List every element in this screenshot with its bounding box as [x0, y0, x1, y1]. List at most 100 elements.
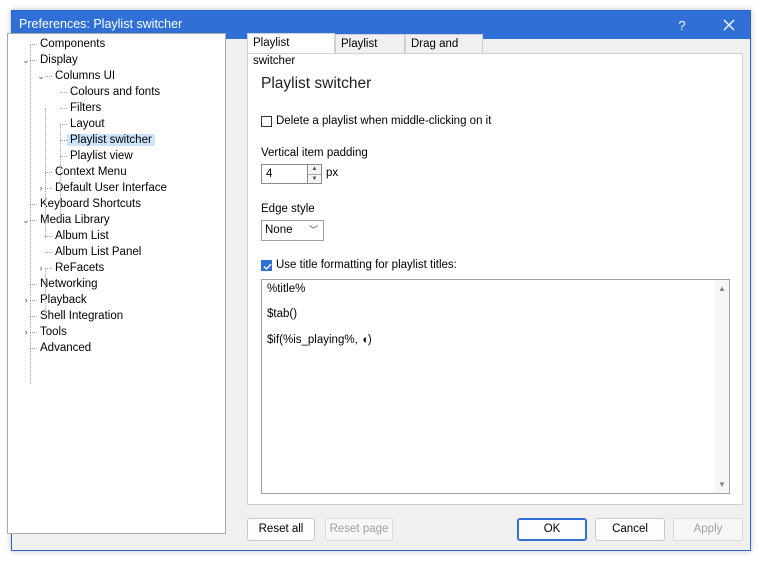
- tree-item[interactable]: Advanced: [37, 340, 94, 356]
- tree-item[interactable]: Columns UI: [52, 68, 118, 84]
- tree-item[interactable]: Default User Interface: [52, 180, 170, 196]
- tree-item-label: Networking: [40, 278, 98, 290]
- cancel-button[interactable]: Cancel: [595, 518, 665, 541]
- tree-connector: [60, 108, 67, 109]
- tree-connector: [45, 76, 52, 77]
- tree-item[interactable]: Album List: [52, 228, 112, 244]
- tree-item[interactable]: Display: [37, 52, 81, 68]
- tree-connector: [30, 284, 37, 285]
- help-button[interactable]: ?: [662, 11, 702, 39]
- preferences-tree[interactable]: Components Display ⌄ Columns UI ⌄ Colours and…: [7, 33, 226, 534]
- reset-all-button[interactable]: Reset all: [247, 518, 315, 541]
- delete-middle-click-checkbox[interactable]: [261, 116, 272, 127]
- tree-item[interactable]: Context Menu: [52, 164, 130, 180]
- script-line: $tab(): [267, 308, 298, 320]
- tree-connector: [60, 92, 67, 93]
- tree-connector: [60, 140, 67, 141]
- chevron-down-icon: ﹀: [308, 225, 318, 235]
- tree-connector: [30, 348, 37, 349]
- scroll-down-icon[interactable]: ▼: [718, 480, 726, 489]
- vertical-scrollbar[interactable]: ▲ ▼: [715, 280, 729, 493]
- tree-item[interactable]: Layout: [67, 116, 108, 132]
- tree-connector: [30, 316, 37, 317]
- tab-playlist-switcher[interactable]: Playlist switcher: [247, 33, 335, 67]
- tree-connector: [30, 220, 37, 221]
- chevron-right-icon[interactable]: ›: [37, 184, 45, 193]
- tree-item-label: Default User Interface: [55, 182, 167, 194]
- tree-item-label: Tools: [40, 326, 67, 338]
- tree-guide-line: [60, 124, 61, 220]
- script-line: %title%: [267, 283, 306, 295]
- tree-item[interactable]: Media Library: [37, 212, 113, 228]
- close-button[interactable]: [709, 11, 749, 39]
- tree-item[interactable]: Colours and fonts: [67, 84, 163, 100]
- tree-item-label: Keyboard Shortcuts: [40, 198, 142, 210]
- stepper-down-icon[interactable]: ▼: [308, 175, 321, 184]
- tree-item[interactable]: Keyboard Shortcuts: [37, 196, 144, 212]
- tree-item-label: Media Library: [40, 214, 110, 226]
- tree-item-label: Playlist switcher: [67, 134, 155, 146]
- tree-item-label: ReFacets: [55, 262, 105, 274]
- tree-connector: [45, 172, 52, 173]
- chevron-down-icon[interactable]: ⌄: [37, 72, 45, 81]
- tree-guide-line: [30, 44, 31, 384]
- tree-item-label: Advanced: [40, 342, 92, 354]
- tree-item-label: Album List: [55, 230, 109, 242]
- chevron-down-icon[interactable]: ⌄: [22, 216, 30, 225]
- edge-style-select[interactable]: None ﹀: [261, 220, 324, 241]
- tree-item[interactable]: ReFacets: [52, 260, 107, 276]
- tree-item[interactable]: Playlist switcher: [67, 132, 155, 148]
- tree-connector: [45, 252, 52, 253]
- reset-page-button[interactable]: Reset page: [325, 518, 393, 541]
- chevron-right-icon[interactable]: ›: [22, 296, 30, 305]
- tree-item-label: Display: [40, 54, 78, 66]
- tree-connector: [60, 124, 67, 125]
- ok-button[interactable]: OK: [517, 518, 587, 541]
- tree-connector: [45, 268, 52, 269]
- tree-connector: [45, 236, 52, 237]
- tree-item-label: Components: [40, 38, 106, 50]
- tree-guide-line: [45, 108, 46, 238]
- tree-item-label: Playlist view: [70, 150, 133, 162]
- tab-drag-and-drop[interactable]: Drag and drop: [405, 34, 483, 68]
- tree-item-label: Colours and fonts: [70, 86, 161, 98]
- chevron-right-icon[interactable]: ›: [37, 264, 45, 273]
- title-formatting-checkbox[interactable]: [261, 260, 272, 271]
- stepper-up-icon[interactable]: ▲: [308, 165, 321, 175]
- edge-style-value: None: [265, 224, 293, 236]
- tree-item-label: Album List Panel: [55, 246, 142, 258]
- tree-item-label: Context Menu: [55, 166, 127, 178]
- tab-playlist-tabs[interactable]: Playlist tabs: [335, 34, 405, 68]
- tree-item[interactable]: Playlist view: [67, 148, 136, 164]
- scroll-up-icon[interactable]: ▲: [718, 284, 726, 293]
- tree-guide-line: [45, 268, 46, 318]
- tree-item[interactable]: Tools: [37, 324, 70, 340]
- edge-style-label: Edge style: [261, 203, 315, 215]
- tree-connector: [30, 300, 37, 301]
- chevron-down-icon[interactable]: ⌄: [22, 56, 30, 65]
- padding-unit: px: [326, 167, 339, 179]
- padding-stepper[interactable]: ▲ ▼: [307, 164, 322, 184]
- tree-item[interactable]: Networking: [37, 276, 101, 292]
- title-formatting-label: Use title formatting for playlist titles…: [276, 259, 457, 271]
- title-script-editor[interactable]: %title% $tab() $if(%is_playing%, ◖) ▲ ▼: [261, 279, 730, 494]
- tree-connector: [30, 60, 37, 61]
- script-line: $if(%is_playing%, ◖): [267, 334, 372, 346]
- checkmark-icon: [263, 263, 272, 271]
- tree-item-label: Filters: [70, 102, 102, 114]
- tree-item-label: Layout: [70, 118, 105, 130]
- tree-item[interactable]: Shell Integration: [37, 308, 126, 324]
- tree-connector: [30, 204, 37, 205]
- tree-item[interactable]: Components: [37, 36, 108, 52]
- tree-connector: [60, 156, 67, 157]
- tree-item[interactable]: Filters: [67, 100, 104, 116]
- tree-connector: [30, 44, 37, 45]
- chevron-right-icon[interactable]: ›: [22, 328, 30, 337]
- padding-input[interactable]: 4: [261, 164, 308, 184]
- apply-button[interactable]: Apply: [673, 518, 743, 541]
- tree-item-label: Shell Integration: [40, 310, 124, 322]
- tree-item[interactable]: Album List Panel: [52, 244, 144, 260]
- tree-item-label: Columns UI: [55, 70, 116, 82]
- padding-label: Vertical item padding: [261, 147, 368, 159]
- window-title: Preferences: Playlist switcher: [19, 17, 183, 31]
